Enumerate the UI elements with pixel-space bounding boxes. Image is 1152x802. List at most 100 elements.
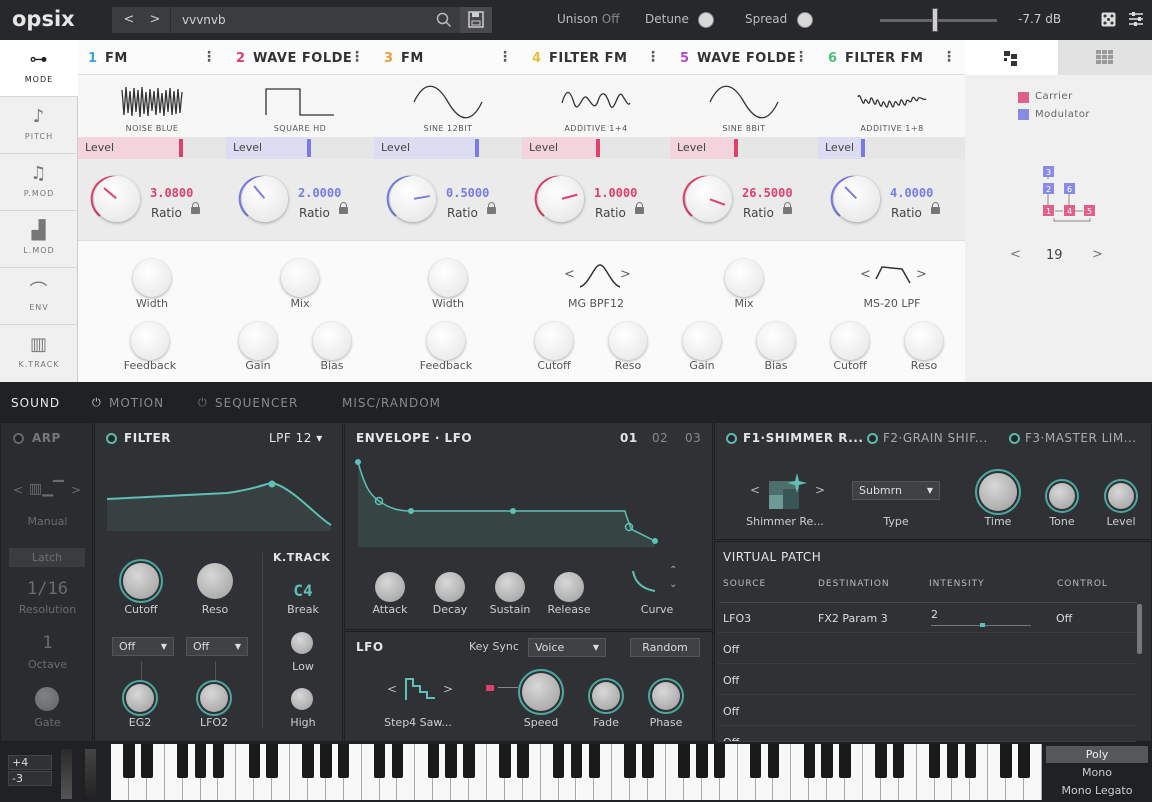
ratio-value[interactable]: 0.5000	[446, 186, 489, 200]
ratio-knob[interactable]	[390, 176, 436, 222]
fade-knob[interactable]	[592, 682, 620, 710]
mode-tab-lmod[interactable]: ▟ L.MOD	[0, 211, 78, 268]
black-key[interactable]	[678, 744, 690, 778]
black-key[interactable]	[320, 744, 332, 778]
black-key[interactable]	[696, 744, 708, 778]
waveform-display[interactable]: SINE 12BIT	[374, 75, 522, 137]
level-handle[interactable]	[307, 139, 311, 157]
ratio-value[interactable]: 1.0000	[594, 186, 637, 200]
knob-width[interactable]	[429, 259, 467, 297]
operator-type[interactable]: FILTER FM	[549, 51, 627, 66]
black-key[interactable]	[266, 744, 278, 778]
lfo-wave-next-button[interactable]: >	[443, 682, 453, 696]
fx-next-button[interactable]: >	[815, 483, 825, 497]
patch-row[interactable]: Off	[718, 726, 1136, 742]
knob-width[interactable]	[133, 259, 171, 297]
black-key[interactable]	[373, 744, 386, 778]
speed-knob[interactable]	[522, 673, 560, 711]
search-icon[interactable]	[436, 12, 452, 31]
tab-motion[interactable]: MOTION	[109, 396, 164, 410]
knob-feedback[interactable]	[131, 322, 169, 360]
black-key[interactable]	[946, 744, 959, 778]
operator-type[interactable]: FM	[105, 51, 128, 66]
lfo2-knob[interactable]	[200, 684, 228, 712]
more-options-icon[interactable]: ⋮	[498, 49, 512, 65]
ratio-knob[interactable]	[94, 176, 140, 222]
black-key[interactable]	[570, 744, 583, 778]
knob-reso[interactable]	[905, 322, 943, 360]
operator-type[interactable]: FM	[401, 51, 424, 66]
patch-control[interactable]: Off	[1056, 612, 1072, 625]
resolution-value[interactable]: 1/16	[1, 579, 94, 599]
envelope-tab-03[interactable]: 03	[685, 431, 701, 445]
high-knob[interactable]	[291, 688, 313, 710]
knob-bias[interactable]	[757, 322, 795, 360]
break-value[interactable]: C4	[273, 581, 333, 600]
patch-destination[interactable]: FX2 Param 3	[818, 612, 888, 625]
operator-type[interactable]: WAVE FOLDE	[697, 51, 796, 66]
black-key[interactable]	[1018, 744, 1030, 778]
waveform-display[interactable]: ADDITIVE 1+8	[818, 75, 966, 137]
prev-program-button[interactable]: <	[116, 7, 142, 33]
black-key[interactable]	[821, 744, 833, 778]
operator-header[interactable]: 6 FILTER FM ⋮	[818, 40, 966, 75]
cutoff-knob[interactable]	[123, 563, 159, 599]
black-key[interactable]	[642, 744, 654, 778]
black-key[interactable]	[463, 744, 475, 778]
black-key[interactable]	[517, 744, 529, 778]
filter-prev-button[interactable]: <	[564, 267, 575, 282]
lock-icon[interactable]	[486, 685, 494, 691]
black-key[interactable]	[767, 744, 780, 778]
prev-algorithm-button[interactable]: <	[1010, 247, 1021, 262]
arp-power-toggle[interactable]	[13, 433, 24, 444]
ratio-value[interactable]: 3.0800	[150, 186, 193, 200]
black-key[interactable]	[248, 744, 260, 778]
master-volume-thumb[interactable]	[932, 8, 938, 32]
more-options-icon[interactable]: ⋮	[794, 49, 808, 65]
octave-up-button[interactable]: +4	[8, 755, 52, 770]
spread-knob[interactable]	[797, 12, 813, 28]
level-handle[interactable]	[475, 139, 479, 157]
filter-type-selector[interactable]: LPF 12 ▾	[269, 431, 323, 445]
voice-mode-mono-legato[interactable]: Mono Legato	[1046, 782, 1148, 799]
more-options-icon[interactable]: ⋮	[942, 49, 956, 65]
level-handle[interactable]	[596, 139, 600, 157]
lfo-source-dropdown[interactable]: Off	[186, 637, 248, 656]
program-name[interactable]: vvvnvb	[182, 7, 226, 33]
unison-control[interactable]: Unison Off	[557, 12, 619, 26]
octave-value[interactable]: 1	[1, 633, 94, 653]
lock-icon[interactable]	[339, 202, 348, 214]
tab-sequencer[interactable]: SEQUENCER	[215, 396, 298, 410]
filter-prev-button[interactable]: <	[860, 267, 871, 282]
patch-row[interactable]: Off	[718, 633, 1136, 664]
operator-header[interactable]: 3 FM ⋮	[374, 40, 522, 75]
voice-mode-poly[interactable]: Poly	[1046, 746, 1148, 763]
knob-gain[interactable]	[683, 322, 721, 360]
fx2-tab[interactable]: F2·GRAIN SHIF...	[883, 431, 988, 445]
patch-source[interactable]: Off	[723, 674, 739, 687]
knob-cutoff[interactable]	[535, 322, 573, 360]
mode-tab-mode[interactable]: ⊶ MODE	[0, 40, 78, 97]
filter-next-button[interactable]: >	[916, 267, 927, 282]
black-key[interactable]	[194, 744, 207, 778]
black-key[interactable]	[427, 744, 439, 778]
level-slider[interactable]: Level	[374, 137, 522, 159]
knob-mix[interactable]	[725, 259, 763, 297]
black-key[interactable]	[803, 744, 815, 778]
operator-type[interactable]: FILTER FM	[845, 51, 923, 66]
time-knob[interactable]	[979, 473, 1017, 511]
release-knob[interactable]	[554, 572, 584, 602]
patch-source[interactable]: Off	[723, 705, 739, 718]
fx-level-knob[interactable]	[1108, 483, 1134, 509]
random-button[interactable]: Random	[630, 638, 700, 657]
operator-type[interactable]: WAVE FOLDE	[253, 51, 352, 66]
mode-tab-pmod[interactable]: ♫ P.MOD	[0, 154, 78, 211]
level-slider[interactable]: Level	[78, 137, 226, 159]
level-slider[interactable]: Level	[818, 137, 966, 159]
operator-header[interactable]: 1 FM ⋮	[78, 40, 226, 75]
level-slider[interactable]: Level	[226, 137, 374, 159]
level-slider[interactable]: Level	[522, 137, 670, 159]
filter-next-button[interactable]: >	[620, 267, 631, 282]
black-key[interactable]	[1000, 744, 1012, 778]
black-key[interactable]	[445, 744, 457, 778]
